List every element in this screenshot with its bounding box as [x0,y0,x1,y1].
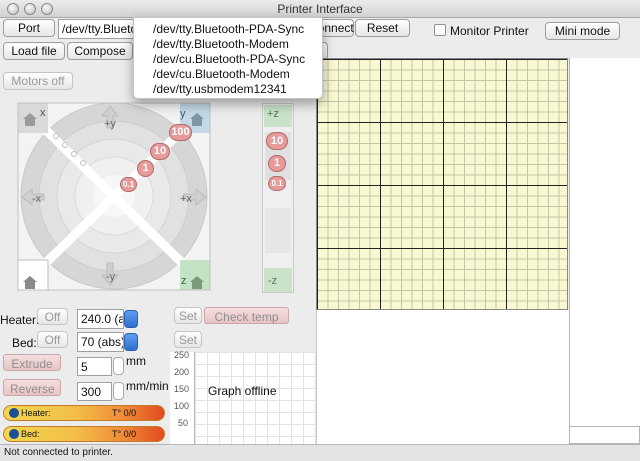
bed-bar-reading: T° 0/0 [112,429,137,439]
reset-button[interactable]: Reset [355,19,410,37]
jog-plus-z-label[interactable]: +z [267,108,279,120]
check-temp-button[interactable]: Check temp [204,307,289,324]
extrude-button[interactable]: Extrude [3,354,61,371]
port-option[interactable]: /dev/cu.Bluetooth-PDA-Sync [134,52,322,67]
extrude-amount-unit: mm [126,354,146,368]
jog-step-10[interactable]: 10 [150,143,170,160]
heater-set-button[interactable]: Set [174,307,202,324]
home-z-label[interactable]: z [181,275,187,287]
status-text: Not connected to printer. [4,447,113,458]
port-combo[interactable]: /dev/tty.Bluetooth-PDA-Sync [58,19,138,39]
bed-temp-combo[interactable]: 70 (abs) [77,332,124,352]
reverse-button[interactable]: Reverse [3,379,61,396]
heater-temp-combo[interactable]: 240.0 (abs) [77,309,124,329]
graph-y-tick: 150 [174,384,190,394]
graph-y-tick: 250 [174,350,190,360]
heater-temp-bar: Heater: T° 0/0 [3,405,165,421]
bed-indicator-icon [9,429,19,439]
extrude-speed-stepper[interactable] [113,382,124,400]
window-title: Printer Interface [277,2,363,16]
bed-off-button[interactable]: Off [37,331,68,348]
heater-off-button[interactable]: Off [37,308,68,325]
bed-temp-bar: Bed: T° 0/0 [3,426,165,442]
heater-label: Heater: [0,313,40,327]
extrude-speed-input[interactable]: 300 [77,382,112,401]
extrude-amount-stepper[interactable] [113,357,124,375]
jog-step-100[interactable]: 100 [169,124,192,141]
z-step-10[interactable]: 10 [266,132,288,150]
jog-plus-x-label[interactable]: +x [180,193,192,205]
heater-bar-reading: T° 0/0 [112,408,137,418]
jog-minus-x-label[interactable]: -x [32,193,41,205]
jog-minus-z-label[interactable]: -z [268,275,277,287]
close-window-button[interactable] [7,3,19,15]
monitor-printer-label: Monitor Printer [450,24,529,38]
jog-step-0-1[interactable]: 0.1 [120,177,137,192]
jog-step-1[interactable]: 1 [137,160,154,177]
bed-combo-arrow[interactable] [124,333,138,351]
mini-mode-button[interactable]: Mini mode [545,22,620,40]
graph-y-tick: 50 [178,418,189,428]
port-dropdown-menu: /dev/tty.Bluetooth-PDA-Sync /dev/tty.Blu… [133,17,323,99]
graph-y-tick: 200 [174,367,190,377]
graph-offline-message: Graph offline [208,384,277,398]
jog-minus-y-label[interactable]: -y [106,271,115,283]
bed-set-button[interactable]: Set [174,331,202,348]
z-step-0-1[interactable]: 0.1 [268,176,286,191]
build-plate-grid[interactable] [316,58,568,310]
load-file-button[interactable]: Load file [3,42,65,60]
command-input[interactable] [569,426,640,444]
bed-bar-name: Bed: [21,429,40,439]
monitor-printer-checkbox[interactable] [434,24,446,36]
home-x-label[interactable]: x [40,107,46,119]
port-option[interactable]: /dev/cu.Bluetooth-Modem [134,67,322,82]
heater-indicator-icon [9,408,19,418]
jog-plus-y-label[interactable]: +y [104,118,116,130]
title-bar: Printer Interface [0,0,640,18]
extrude-amount-input[interactable]: 5 [77,357,112,376]
port-option[interactable]: /dev/tty.Bluetooth-Modem [134,37,322,52]
extrude-speed-unit: mm/min [126,379,169,393]
gcode-view [316,310,569,445]
log-panel [569,58,640,430]
port-option[interactable]: /dev/tty.usbmodem12341 [134,82,322,97]
status-bar: Not connected to printer. [0,444,640,461]
zoom-window-button[interactable] [41,3,53,15]
heater-bar-name: Heater: [21,408,51,418]
compose-button[interactable]: Compose [67,42,133,60]
heater-combo-arrow[interactable] [124,310,138,328]
temperature-graph: 250 200 150 100 50 Graph offline [170,350,316,444]
bed-label: Bed: [12,336,37,350]
graph-y-tick: 100 [174,401,190,411]
motors-off-button[interactable]: Motors off [3,72,73,90]
port-option[interactable]: /dev/tty.Bluetooth-PDA-Sync [134,22,322,37]
port-button[interactable]: Port [3,19,55,37]
minimize-window-button[interactable] [24,3,36,15]
home-y-label[interactable]: y [180,108,186,120]
z-step-1[interactable]: 1 [268,155,286,172]
